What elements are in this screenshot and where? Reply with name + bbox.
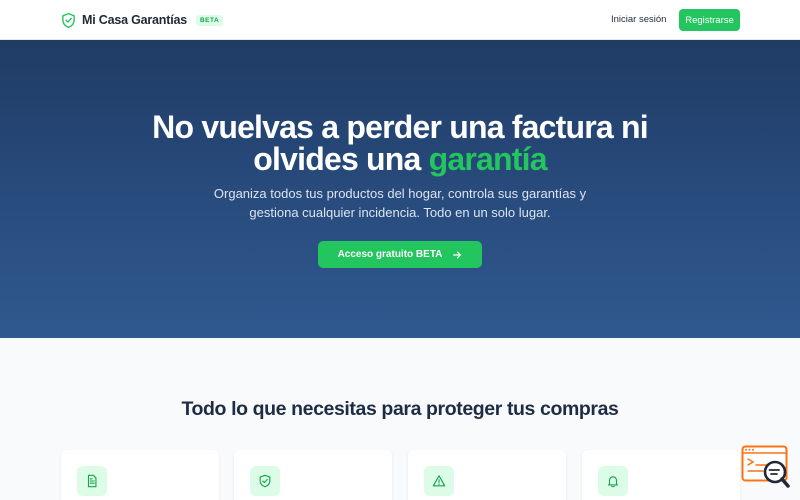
free-access-cta-button[interactable]: Acceso gratuito BETA [318,241,482,268]
hero-subtitle: Organiza todos tus productos del hogar, … [213,186,587,220]
shield-check-icon [62,12,75,28]
feature-card [582,450,740,500]
features-title: Todo lo que necesitas para proteger tus … [181,398,619,420]
chat-search-icon [741,445,790,488]
feature-card [234,450,392,500]
feature-card [408,450,566,500]
register-button[interactable]: Registrarse [679,9,740,31]
brand-name: Mi Casa Garantías [82,13,187,27]
brand-logo-link[interactable]: Mi Casa Garantías BETA [61,11,224,29]
login-link[interactable]: Iniciar sesión [611,14,666,25]
hero-title: No vuelvas a perder una factura ni olvid… [100,111,700,175]
cta-label: Acceso gratuito BETA [337,249,443,260]
feature-card [61,450,219,500]
warning-icon [432,475,446,487]
shield-check-icon [259,474,271,488]
arrow-right-icon [453,251,462,258]
help-widget-button[interactable] [741,445,791,490]
feature-icon-box [598,466,628,496]
document-icon [87,474,97,488]
beta-badge: BETA [195,14,224,26]
hero-title-accent: garantía [428,141,548,177]
feature-icon-box [424,466,454,496]
hero-section: No vuelvas a perder una factura ni olvid… [0,40,800,338]
bell-icon [608,476,618,488]
feature-icon-box [250,466,280,496]
top-navbar: Mi Casa Garantías BETA Iniciar sesión Re… [0,0,800,40]
hero-title-main: No vuelvas a perder una factura ni olvid… [152,109,648,177]
feature-icon-box [77,466,107,496]
